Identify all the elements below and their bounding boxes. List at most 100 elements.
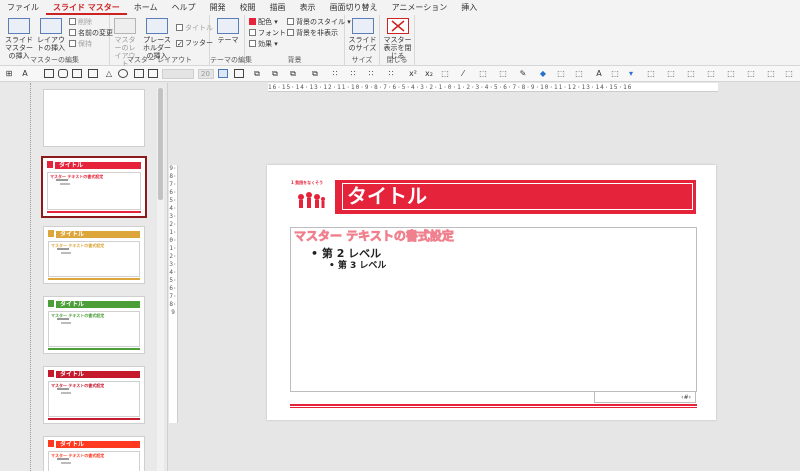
triangle-shape-icon[interactable]: △ bbox=[104, 69, 114, 78]
arrange-icon[interactable]: ⧉ bbox=[252, 69, 262, 78]
shape-icon[interactable] bbox=[148, 69, 158, 78]
quick-format-toolbar: ⊞ A △ 20 ⧉ ⧉ ⧉ ⧉ ∷ ∷ ∷ ∷ x² x₂ ⬚ ⁄ ⬚ ⬚ ✎… bbox=[0, 66, 800, 82]
line-style-icon[interactable]: ⁄ bbox=[458, 69, 468, 78]
superscript-icon[interactable]: x² bbox=[408, 69, 418, 78]
colors-button[interactable]: 配色 ▾ bbox=[249, 18, 278, 27]
font-size-field[interactable]: 20 bbox=[198, 69, 214, 79]
format-icon[interactable]: ⬚ bbox=[440, 69, 450, 78]
effects-button[interactable]: 効果 ▾ bbox=[249, 40, 278, 49]
subscript-icon[interactable]: x₂ bbox=[424, 69, 434, 78]
body-level-1-text[interactable]: マスター テキストの書式設定 bbox=[294, 229, 455, 244]
text-format-icon[interactable]: ∷ bbox=[348, 69, 358, 78]
background-styles-button[interactable]: 背景のスタイル ▾ bbox=[287, 18, 351, 27]
shape-format-icon[interactable]: ⬚ bbox=[610, 69, 620, 78]
text-format-icon[interactable]: ∷ bbox=[330, 69, 340, 78]
tab-4[interactable]: 開発 bbox=[203, 1, 233, 15]
layout-thumbnail[interactable]: タイトル マスター テキストの書式設定 bbox=[41, 156, 147, 218]
rounded-rectangle-shape-icon[interactable] bbox=[58, 69, 68, 78]
shape-format-icon[interactable]: ⬚ bbox=[766, 69, 776, 78]
insert-layout-button[interactable]: レイアウトの挿入 bbox=[36, 18, 66, 52]
tab-2[interactable]: ホーム bbox=[127, 1, 165, 15]
shape-format-icon[interactable]: ⬚ bbox=[574, 69, 584, 78]
group-size: スライドのサイズ サイズ bbox=[345, 15, 380, 66]
text-format-icon[interactable]: ∷ bbox=[386, 69, 396, 78]
theme-button[interactable]: テーマ bbox=[214, 18, 242, 44]
body-level-2-text[interactable]: • 第 2 レベル bbox=[311, 247, 381, 260]
thumbnail-title: タイトル bbox=[60, 301, 85, 308]
shape-icon[interactable] bbox=[134, 69, 144, 78]
oval-shape-icon[interactable] bbox=[118, 69, 128, 78]
preserve-button[interactable]: 保持 bbox=[69, 40, 92, 49]
tab-8[interactable]: 画面切り替え bbox=[323, 1, 385, 15]
hide-background-checkbox[interactable]: 背景を非表示 bbox=[287, 29, 338, 38]
layout-icon bbox=[40, 18, 62, 34]
pen-icon[interactable]: ✎ bbox=[518, 69, 528, 78]
delete-button[interactable]: 削除 bbox=[69, 18, 92, 27]
shape-format-icon[interactable]: ⬚ bbox=[726, 69, 736, 78]
thumbnail-footer-rule bbox=[48, 418, 140, 420]
close-master-view-button[interactable]: マスター表示を閉じる bbox=[382, 18, 413, 60]
text-box-icon[interactable]: A bbox=[20, 69, 30, 78]
shape-format-icon[interactable]: ⬚ bbox=[746, 69, 756, 78]
title-checkbox[interactable]: タイトル bbox=[176, 24, 213, 33]
tab-9[interactable]: アニメーション bbox=[385, 1, 455, 15]
square-shape-icon[interactable] bbox=[72, 69, 82, 78]
thumbnail-logo-icon bbox=[47, 161, 53, 168]
tab-6[interactable]: 描画 bbox=[263, 1, 293, 15]
text-format-icon[interactable]: ∷ bbox=[366, 69, 376, 78]
thumbnail-body: マスター テキストの書式設定 bbox=[48, 381, 140, 417]
shape-format-icon[interactable]: ⬚ bbox=[556, 69, 566, 78]
frame-shape-icon[interactable] bbox=[88, 69, 98, 78]
shape-format-icon[interactable]: ⬚ bbox=[666, 69, 676, 78]
layout-thumbnail[interactable]: タイトル マスター テキストの書式設定 bbox=[43, 436, 145, 471]
footer-checkbox[interactable]: ✓ フッター bbox=[176, 39, 213, 48]
delete-icon bbox=[69, 18, 76, 25]
shape-format-icon[interactable]: ⬚ bbox=[646, 69, 656, 78]
thumbnail-body: マスター テキストの書式設定 bbox=[48, 451, 140, 471]
insert-slide-master-button[interactable]: スライド マスターの挿入 bbox=[2, 18, 36, 60]
tab-5[interactable]: 校閲 bbox=[233, 1, 263, 15]
arrange-icon[interactable]: ⧉ bbox=[288, 69, 298, 78]
tab-1[interactable]: スライド マスター bbox=[46, 1, 127, 15]
thumbnail-title-bar: タイトル bbox=[56, 301, 140, 308]
shape-format-icon[interactable]: ⬚ bbox=[784, 69, 794, 78]
arrange-icon[interactable]: ⧉ bbox=[270, 69, 280, 78]
insert-placeholder-button[interactable]: プレースホルダーの挿入 bbox=[140, 18, 174, 60]
layout-thumbnail[interactable]: タイトル マスター テキストの書式設定 bbox=[43, 366, 145, 424]
slide-size-button[interactable]: スライドのサイズ bbox=[347, 18, 378, 52]
tab-7[interactable]: 表示 bbox=[293, 1, 323, 15]
thumbnail-bullet bbox=[57, 248, 69, 250]
layout-view-icon[interactable] bbox=[234, 69, 244, 78]
layout-thumbnail[interactable]: タイトル マスター テキストの書式設定 bbox=[43, 226, 145, 284]
shape-format-icon[interactable]: ⬚ bbox=[686, 69, 696, 78]
slide-number-placeholder[interactable]: ‹#› bbox=[594, 391, 696, 403]
slide-thumbnail-pane: タイトル マスター テキストの書式設定 タイトル マスター テキストの書式設定 タイトル… bbox=[0, 83, 168, 471]
layout-thumbnail[interactable]: タイトル マスター テキストの書式設定 bbox=[43, 296, 145, 354]
tab-10[interactable]: 挿入 bbox=[454, 1, 484, 15]
group-master-layout: マスターのレイアウト プレースホルダーの挿入 タイトル ✓ フッター マスター レ… bbox=[110, 15, 213, 68]
slide-master-icon bbox=[8, 18, 30, 34]
layout-view-icon[interactable] bbox=[218, 69, 228, 78]
rectangle-shape-icon[interactable] bbox=[44, 69, 54, 78]
shape-format-icon[interactable]: ⬚ bbox=[706, 69, 716, 78]
scrollbar-thumb[interactable] bbox=[158, 88, 163, 200]
text-direction-icon[interactable]: A bbox=[594, 69, 604, 78]
arrange-icon[interactable]: ⧉ bbox=[310, 69, 320, 78]
tab-3[interactable]: ヘルプ bbox=[165, 1, 203, 15]
rename-button[interactable]: 名前の変更 bbox=[69, 29, 113, 38]
vertical-ruler: 9·8·7·6·5·4·3·2·1·0·1·2·3·4·5·6·7·8·9 bbox=[169, 165, 178, 423]
fonts-button[interactable]: フォント ▾ bbox=[249, 29, 292, 38]
shape-effects-icon[interactable]: ◆ bbox=[538, 69, 548, 78]
paint-bucket-icon[interactable]: ▾ bbox=[626, 69, 636, 78]
align-icon[interactable]: ⊞ bbox=[4, 69, 14, 78]
group-label: 背景 bbox=[287, 56, 302, 64]
theme-icon bbox=[217, 18, 239, 34]
thumbnail-scrollbar[interactable] bbox=[157, 88, 164, 471]
tab-0[interactable]: ファイル bbox=[0, 1, 46, 15]
fill-icon[interactable]: ⬚ bbox=[478, 69, 488, 78]
slide-master-thumbnail[interactable] bbox=[43, 89, 145, 147]
font-name-select[interactable] bbox=[162, 69, 194, 79]
title-placeholder-text[interactable]: タイトル bbox=[347, 184, 427, 208]
body-level-3-text[interactable]: • 第 3 レベル bbox=[329, 261, 386, 272]
fill-icon[interactable]: ⬚ bbox=[498, 69, 508, 78]
